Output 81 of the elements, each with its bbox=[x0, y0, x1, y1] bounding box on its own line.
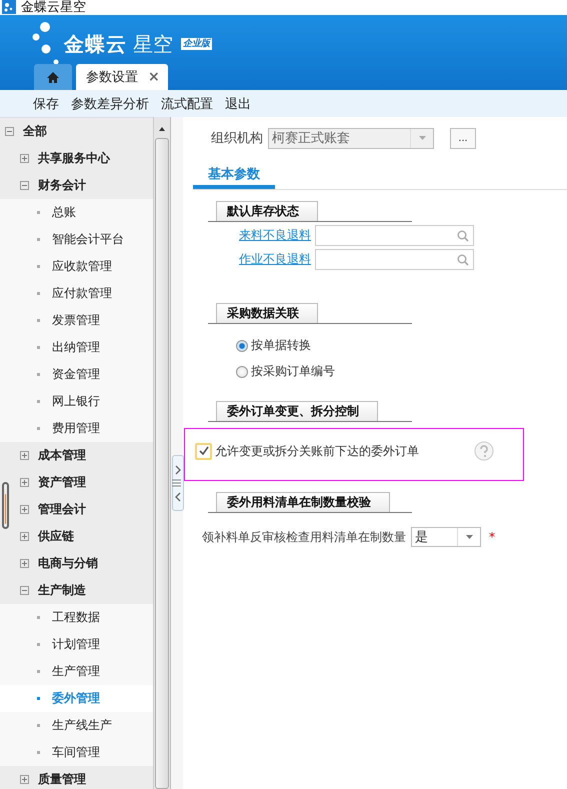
select-field[interactable]: 是 bbox=[411, 527, 481, 547]
expand-icon[interactable] bbox=[20, 505, 29, 514]
chevron-left-icon[interactable] bbox=[174, 492, 182, 502]
close-button[interactable]: × bbox=[148, 69, 160, 85]
bullet-icon bbox=[37, 751, 40, 754]
bullet-icon bbox=[37, 400, 40, 403]
toolbar-button[interactable]: 流式配置 bbox=[161, 94, 213, 112]
collapse-icon[interactable] bbox=[5, 127, 14, 136]
checkbox[interactable] bbox=[195, 442, 212, 460]
tree-item[interactable]: 管理会计 bbox=[0, 496, 153, 523]
toolbar-button[interactable]: 参数差异分析 bbox=[71, 94, 149, 112]
field-label: 领补料单反审核检查用料清单在制数量 bbox=[202, 528, 406, 546]
bullet-icon bbox=[37, 616, 40, 619]
scroll-up-icon[interactable] bbox=[159, 127, 165, 131]
expand-icon[interactable] bbox=[20, 478, 29, 487]
lookup-field[interactable] bbox=[315, 249, 474, 270]
group-header: 采购数据关联 bbox=[216, 303, 318, 323]
logo-product: 星空 bbox=[133, 30, 173, 58]
expand-icon[interactable] bbox=[20, 451, 29, 460]
expand-icon[interactable] bbox=[20, 559, 29, 568]
bullet-icon bbox=[37, 265, 40, 268]
bullet-icon bbox=[37, 697, 40, 700]
tree-item[interactable]: 资产管理 bbox=[0, 469, 153, 496]
radio-button[interactable] bbox=[236, 366, 248, 378]
chevron-right-icon[interactable] bbox=[174, 464, 182, 474]
radio-button[interactable] bbox=[236, 340, 248, 352]
lookup-field[interactable] bbox=[315, 225, 474, 246]
scroll-indicator-icon bbox=[2, 482, 9, 529]
field-link[interactable]: 作业不良退料 bbox=[239, 251, 311, 268]
search-icon[interactable] bbox=[457, 254, 469, 266]
bullet-icon bbox=[37, 211, 40, 214]
required-mark: * bbox=[489, 530, 495, 544]
bullet-icon bbox=[37, 292, 40, 295]
search-icon[interactable] bbox=[457, 230, 469, 242]
group-header: 委外用料清单在制数量校验 bbox=[216, 492, 390, 512]
bullet-icon bbox=[37, 238, 40, 241]
grip-icon[interactable] bbox=[172, 479, 181, 487]
tree-item[interactable]: 质量管理 bbox=[0, 766, 153, 789]
collapse-icon[interactable] bbox=[20, 181, 29, 190]
home-tab[interactable] bbox=[34, 64, 72, 90]
toolbar-button[interactable]: 退出 bbox=[225, 94, 251, 112]
logo-name: 金蝶云 bbox=[64, 30, 127, 58]
bullet-icon bbox=[37, 643, 40, 646]
dropdown-icon[interactable] bbox=[466, 535, 472, 539]
group-header: 委外订单变更、拆分控制 bbox=[216, 401, 378, 421]
tree-item[interactable]: 生产制造 bbox=[0, 577, 153, 604]
section-tab[interactable]: 基本参数 bbox=[193, 165, 275, 189]
toolbar-button[interactable]: 保存 bbox=[33, 94, 59, 112]
expand-icon[interactable] bbox=[20, 154, 29, 163]
tree-item[interactable]: 财务会计 bbox=[0, 172, 153, 199]
app-icon bbox=[2, 0, 16, 14]
tree-item[interactable]: 电商与分销 bbox=[0, 550, 153, 577]
bullet-icon bbox=[37, 670, 40, 673]
tree-item[interactable]: 共享服务中心 bbox=[0, 145, 153, 172]
edition-badge: 企业版 bbox=[181, 38, 212, 50]
bullet-icon bbox=[37, 373, 40, 376]
expand-icon[interactable] bbox=[20, 532, 29, 541]
checkbox-label[interactable]: 允许变更或拆分关账前下达的委外订单 bbox=[215, 442, 419, 460]
field-label: 组织机构 bbox=[211, 130, 263, 147]
bullet-icon bbox=[37, 724, 40, 727]
field-link[interactable]: 来料不良退料 bbox=[239, 227, 311, 244]
tree-item[interactable]: 全部 bbox=[0, 118, 153, 145]
tree-item[interactable]: 成本管理 bbox=[0, 442, 153, 469]
page-tab[interactable]: 参数设置 × bbox=[76, 64, 168, 90]
expand-icon[interactable] bbox=[20, 775, 29, 784]
help-icon[interactable] bbox=[474, 441, 494, 461]
collapse-icon[interactable] bbox=[20, 586, 29, 595]
tab-label[interactable]: 参数设置 bbox=[86, 68, 138, 86]
tree-item[interactable]: 供应链 bbox=[0, 523, 153, 550]
group-header: 默认库存状态 bbox=[216, 201, 318, 221]
window-title: 金蝶云星空 bbox=[21, 1, 86, 15]
tree-item[interactable]: 委外管理 bbox=[0, 685, 153, 712]
radio-label[interactable]: 按采购订单编号 bbox=[251, 363, 335, 380]
bullet-icon bbox=[37, 319, 40, 322]
organization-select: 柯赛正式账套 bbox=[268, 128, 434, 148]
checkmark-icon[interactable] bbox=[198, 446, 208, 456]
collapse-tab[interactable] bbox=[172, 455, 184, 511]
bullet-icon bbox=[37, 427, 40, 430]
bullet-icon bbox=[37, 346, 40, 349]
home-icon[interactable] bbox=[47, 72, 59, 82]
radio-label[interactable]: 按单据转换 bbox=[251, 337, 311, 354]
